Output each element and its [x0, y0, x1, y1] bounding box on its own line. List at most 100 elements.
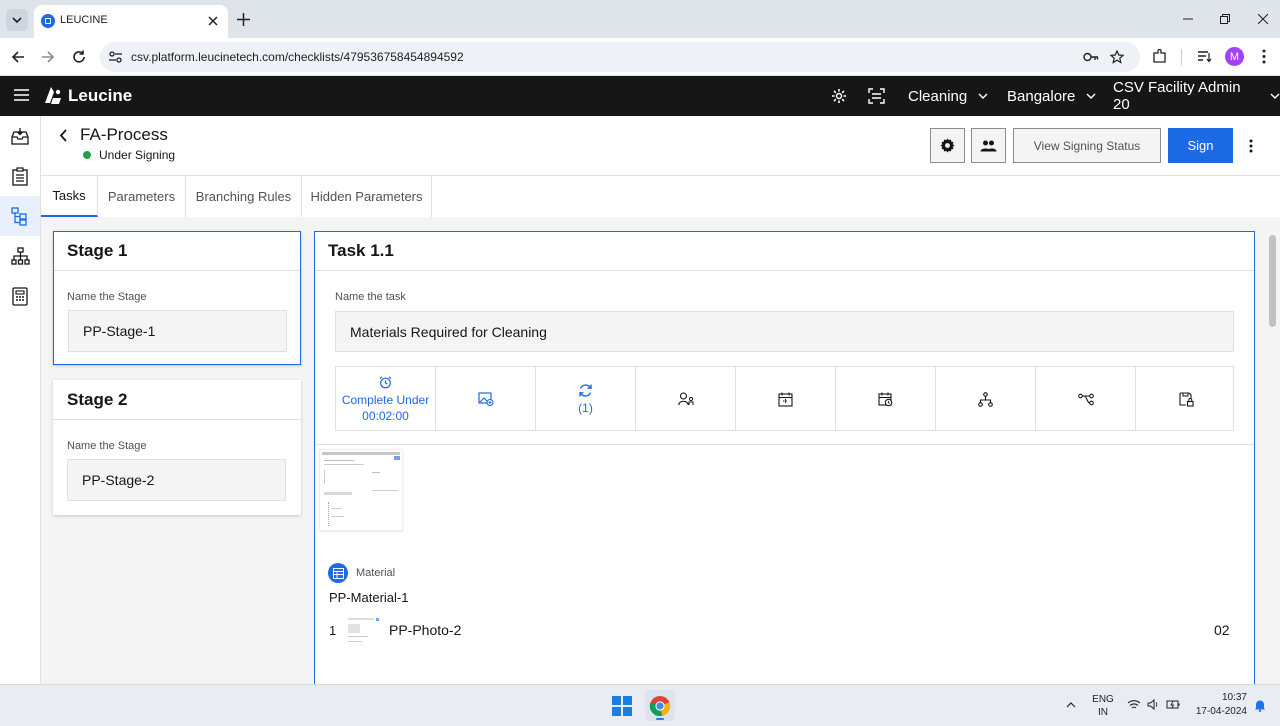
assignee-button[interactable] — [636, 367, 736, 431]
chevron-down-icon — [12, 17, 22, 24]
view-signing-status-label: View Signing Status — [1033, 138, 1141, 153]
windows-start-icon[interactable] — [612, 696, 632, 716]
user-label: CSV Facility Admin 20 — [1113, 79, 1241, 113]
app-header: Leucine Cleaning Bangalore CSV Facility … — [0, 76, 1280, 116]
address-bar[interactable]: csv.platform.leucinetech.com/checklists/… — [100, 42, 1140, 72]
task-toolbar: Complete Under 00:02:00 (1) — [335, 366, 1234, 431]
stage-name-input[interactable]: PP-Stage-1 — [68, 310, 287, 352]
user-dropdown[interactable]: CSV Facility Admin 20 — [1113, 76, 1280, 116]
tray-overflow-icon[interactable] — [1066, 702, 1076, 708]
clock[interactable]: 10:37 17-04-2024 — [1190, 691, 1250, 719]
task-name-label: Name the task — [335, 291, 406, 303]
interlock-button[interactable] — [1036, 367, 1136, 431]
browser-tab-strip: LEUCINE — [0, 0, 1280, 38]
process-flow-icon — [10, 206, 27, 226]
status-text: Under Signing — [99, 148, 176, 162]
browser-tab-title: LEUCINE — [60, 14, 108, 26]
stage-name-label: Name the Stage — [67, 440, 147, 452]
nav-checklists[interactable] — [0, 156, 40, 196]
tab-hidden-parameters[interactable]: Hidden Parameters — [302, 176, 432, 217]
task-name-input[interactable]: Materials Required for Cleaning — [335, 311, 1234, 352]
view-signing-status-button[interactable]: View Signing Status — [1013, 128, 1161, 163]
close-window-icon[interactable] — [1258, 14, 1268, 24]
stage-title: Stage 1 — [67, 241, 128, 260]
scan-icon[interactable] — [868, 88, 885, 104]
save-lock-icon — [1178, 391, 1194, 407]
leucine-favicon-icon — [41, 14, 55, 28]
recurrence-button[interactable]: (1) — [536, 367, 636, 431]
browser-toolbar: csv.platform.leucinetech.com/checklists/… — [0, 38, 1280, 76]
browser-menu-icon[interactable] — [1262, 49, 1266, 64]
nav-processes[interactable] — [0, 196, 40, 236]
stage-card[interactable]: Stage 1 Name the Stage PP-Stage-1 — [53, 231, 301, 365]
windows-taskbar: ENG IN 10:37 17-04-2024 — [0, 684, 1280, 726]
reading-list-icon[interactable] — [1197, 50, 1212, 63]
material-item-row: 1 PP-Photo-2 02 — [315, 610, 1254, 650]
item-thumbnail[interactable] — [345, 614, 381, 648]
bookmark-star-icon[interactable] — [1110, 50, 1124, 64]
site-info-icon[interactable] — [109, 51, 122, 63]
task-media-thumbnail[interactable] — [319, 449, 403, 531]
wifi-icon[interactable] — [1127, 699, 1141, 710]
more-options-button[interactable] — [1239, 128, 1263, 163]
leucine-logo-icon[interactable] — [43, 86, 63, 106]
tab-branching-rules[interactable]: Branching Rules — [186, 176, 302, 217]
back-chevron-icon[interactable] — [59, 129, 68, 142]
schedule-button[interactable] — [736, 367, 836, 431]
extensions-icon[interactable] — [1152, 49, 1167, 64]
battery-icon[interactable] — [1166, 699, 1181, 710]
notification-bell-icon[interactable] — [1254, 699, 1266, 712]
workflow-link-icon — [1077, 393, 1094, 405]
gear-icon — [940, 138, 955, 153]
new-tab-icon[interactable] — [237, 13, 250, 26]
use-case-dropdown[interactable]: Cleaning — [908, 76, 988, 116]
stage-name-label: Name the Stage — [67, 291, 147, 303]
calendar-clock-icon — [878, 392, 893, 406]
settings-gear-icon[interactable] — [831, 88, 847, 104]
due-date-button[interactable] — [836, 367, 936, 431]
recurrence-count: (1) — [578, 401, 593, 415]
nav-inbox[interactable] — [0, 116, 40, 156]
timer-button[interactable]: Complete Under 00:02:00 — [336, 367, 436, 431]
inbox-icon — [11, 127, 29, 145]
tab-tasks[interactable]: Tasks — [41, 176, 98, 217]
brand-name: Leucine — [68, 86, 133, 105]
facility-dropdown[interactable]: Bangalore — [1007, 76, 1096, 116]
forward-arrow-icon[interactable] — [41, 50, 55, 64]
browser-tab[interactable]: LEUCINE — [34, 5, 228, 38]
item-index: 1 — [329, 623, 337, 638]
page-scrollbar[interactable] — [1266, 233, 1278, 684]
restore-icon[interactable] — [1220, 14, 1230, 24]
profile-avatar[interactable]: M — [1225, 47, 1244, 66]
media-button[interactable] — [436, 367, 536, 431]
hamburger-menu-icon[interactable] — [14, 89, 29, 101]
timer-line2: 00:02:00 — [362, 408, 409, 423]
tab-search-button[interactable] — [6, 9, 28, 31]
back-arrow-icon[interactable] — [11, 50, 25, 64]
language-indicator[interactable]: ENG IN — [1091, 693, 1115, 719]
chevron-down-icon — [1086, 93, 1096, 99]
chrome-taskbar-button[interactable] — [645, 690, 675, 721]
nav-reports[interactable] — [0, 276, 40, 316]
tab-hidden-parameters-label: Hidden Parameters — [310, 189, 423, 204]
sign-label: Sign — [1187, 138, 1214, 153]
nav-ontology[interactable] — [0, 236, 40, 276]
close-tab-icon[interactable] — [208, 16, 218, 26]
save-draft-button[interactable] — [1136, 367, 1236, 431]
scrollbar-thumb[interactable] — [1269, 235, 1276, 327]
reload-icon[interactable] — [72, 50, 86, 64]
volume-icon[interactable] — [1147, 699, 1160, 710]
sign-button[interactable]: Sign — [1168, 128, 1233, 163]
calculator-icon — [12, 286, 28, 306]
tab-parameters[interactable]: Parameters — [98, 176, 186, 217]
clock-time: 10:37 — [1221, 692, 1247, 703]
password-key-icon[interactable] — [1083, 52, 1099, 62]
collaborators-button[interactable] — [971, 128, 1006, 163]
task-panel: Task 1.1 Name the task Materials Require… — [314, 231, 1255, 684]
branching-button[interactable] — [936, 367, 1036, 431]
settings-button[interactable] — [930, 128, 965, 163]
stage-card[interactable]: Stage 2 Name the Stage PP-Stage-2 — [53, 380, 301, 515]
timer-line1: Complete Under — [341, 392, 430, 407]
stage-name-input[interactable]: PP-Stage-2 — [67, 459, 286, 501]
minimize-icon[interactable] — [1183, 18, 1193, 20]
